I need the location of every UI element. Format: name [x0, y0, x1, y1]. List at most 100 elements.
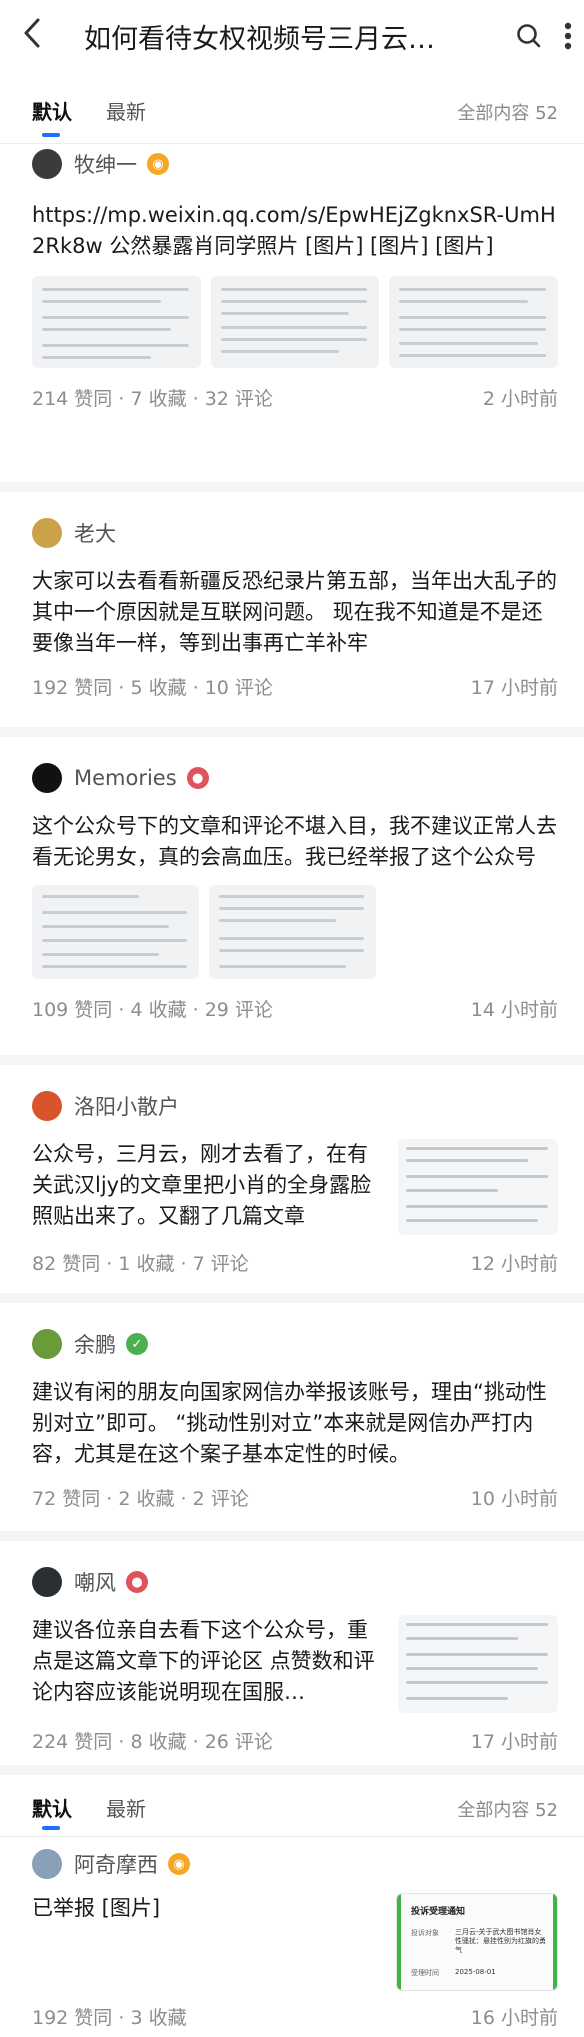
- post-time: 12 小时前: [470, 1253, 558, 1275]
- author-row[interactable]: 阿奇摩西 ◉: [32, 1841, 558, 1887]
- likes-count: 224 赞同: [32, 1731, 113, 1753]
- divider: [0, 1765, 584, 1775]
- thumbnail-image[interactable]: 投诉受理通知 投诉对象 三月云-关于武大图书馆肖女性骚扰：悬挂性别为红旗的勇气 …: [396, 1893, 558, 1991]
- author-row[interactable]: 余鹏 ✓: [32, 1321, 558, 1367]
- collects-count: 4 收藏: [130, 999, 187, 1021]
- answer-text[interactable]: 建议各位亲自去看下这个公众号，重点是这篇文章下的评论区 点赞数和评论内容应该能说…: [32, 1615, 378, 1713]
- author-name[interactable]: 洛阳小散户: [74, 1091, 179, 1121]
- tab-default[interactable]: 默认: [32, 96, 72, 143]
- author-name[interactable]: 牧绅一: [74, 149, 137, 179]
- answer-item[interactable]: Memories ● 这个公众号下的文章和评论不堪入目，我不建议正常人去看无论男…: [0, 737, 584, 1055]
- image-row2-label: 受理时间: [411, 1969, 439, 1977]
- answer-text[interactable]: 已举报 [图片]: [32, 1893, 376, 1991]
- author-name[interactable]: 余鹏: [74, 1329, 116, 1359]
- answer-text[interactable]: 建议有闲的朋友向国家网信办举报该账号，理由“挑动性别对立”即可。 “挑动性别对立…: [32, 1377, 558, 1470]
- likes-count: 82 赞同: [32, 1253, 101, 1275]
- answer-meta: 192 赞同 · 5 收藏 · 10 评论 17 小时前: [32, 673, 558, 700]
- avatar[interactable]: [32, 149, 62, 179]
- total-count-label[interactable]: 全部内容 52: [457, 1796, 558, 1836]
- likes-count: 192 赞同: [32, 2007, 113, 2029]
- thumbnail-image[interactable]: [210, 276, 380, 368]
- answer-meta: 214 赞同 · 7 收藏 · 32 评论 2 小时前: [32, 384, 558, 411]
- image-thumbnails[interactable]: [32, 885, 376, 979]
- answer-text[interactable]: 大家可以去看看新疆反恐纪录片第五部，当年出大乱子的其中一个原因就是互联网问题。 …: [32, 566, 558, 659]
- thumbnail-image[interactable]: [32, 276, 201, 368]
- answer-meta: 72 赞同 · 2 收藏 · 2 评论 10 小时前: [32, 1484, 558, 1511]
- badge-icon: ◉: [147, 153, 169, 175]
- back-chevron-icon[interactable]: [22, 17, 56, 55]
- divider: [0, 1055, 584, 1065]
- collects-count: 2 收藏: [118, 1488, 175, 1510]
- avatar[interactable]: [32, 763, 62, 793]
- tab-default[interactable]: 默认: [32, 1793, 72, 1836]
- comments-count: 26 评论: [204, 1731, 273, 1753]
- avatar[interactable]: [32, 1567, 62, 1597]
- likes-count: 109 赞同: [32, 999, 113, 1021]
- answer-meta: 82 赞同 · 1 收藏 · 7 评论 12 小时前: [32, 1249, 558, 1276]
- search-icon[interactable]: [516, 23, 542, 49]
- avatar[interactable]: [32, 1091, 62, 1121]
- author-row[interactable]: 嘲风 ●: [32, 1559, 558, 1605]
- answer-meta: 224 赞同 · 8 收藏 · 26 评论 17 小时前: [32, 1727, 558, 1754]
- image-row1-value: 三月云-关于武大图书馆肖女性骚扰：悬挂性别为红旗的勇气: [455, 1928, 546, 1954]
- answer-item[interactable]: 老大 大家可以去看看新疆反恐纪录片第五部，当年出大乱子的其中一个原因就是互联网问…: [0, 492, 584, 727]
- comments-count: 7 评论: [192, 1253, 249, 1275]
- post-time: 17 小时前: [470, 677, 558, 699]
- post-time: 10 小时前: [470, 1488, 558, 1510]
- likes-count: 72 赞同: [32, 1488, 101, 1510]
- collects-count: 1 收藏: [118, 1253, 175, 1275]
- post-time: 17 小时前: [470, 1731, 558, 1753]
- post-time: 16 小时前: [470, 2007, 558, 2029]
- thumbnail-image[interactable]: [389, 276, 559, 368]
- answer-item[interactable]: 阿奇摩西 ◉ 已举报 [图片] 投诉受理通知 投诉对象 三月云-关于武大图书馆肖…: [0, 1837, 584, 2037]
- author-row[interactable]: 牧绅一 ◉: [32, 144, 558, 184]
- collects-count: 8 收藏: [130, 1731, 187, 1753]
- answer-text[interactable]: 公众号，三月云，刚才去看了，在有关武汉ljy的文章里把小肖的全身露脸照贴出来了。…: [32, 1139, 378, 1235]
- badge-icon: ✓: [126, 1333, 148, 1355]
- comments-count: 29 评论: [204, 999, 273, 1021]
- collects-count: 7 收藏: [130, 388, 187, 410]
- image-thumbnails[interactable]: [32, 276, 559, 368]
- badge-icon: ●: [186, 767, 209, 789]
- avatar[interactable]: [32, 1329, 62, 1359]
- avatar[interactable]: [32, 518, 62, 548]
- avatar[interactable]: [32, 1849, 62, 1879]
- divider: [0, 482, 584, 492]
- badge-icon: ●: [126, 1571, 148, 1593]
- collects-count: 5 收藏: [130, 677, 187, 699]
- thumbnail-image[interactable]: [209, 885, 376, 979]
- thumbnail-image[interactable]: [398, 1139, 558, 1235]
- collects-count: 3 收藏: [130, 2007, 187, 2029]
- total-count-label[interactable]: 全部内容 52: [457, 99, 558, 143]
- answer-item[interactable]: 洛阳小散户 公众号，三月云，刚才去看了，在有关武汉ljy的文章里把小肖的全身露脸…: [0, 1065, 584, 1293]
- page-title: 如何看待女权视频号三月云…: [84, 23, 435, 55]
- tab-latest[interactable]: 最新: [106, 96, 146, 143]
- answer-text[interactable]: https://mp.weixin.qq.com/s/EpwHEjZgknxSR…: [32, 200, 558, 262]
- post-time: 14 小时前: [470, 999, 558, 1021]
- thumbnail-image[interactable]: [398, 1615, 558, 1713]
- divider: [0, 727, 584, 737]
- answer-item[interactable]: 余鹏 ✓ 建议有闲的朋友向国家网信办举报该账号，理由“挑动性别对立”即可。 “挑…: [0, 1303, 584, 1531]
- answer-item[interactable]: 嘲风 ● 建议各位亲自去看下这个公众号，重点是这篇文章下的评论区 点赞数和评论内…: [0, 1541, 584, 1765]
- badge-icon: ◉: [168, 1853, 190, 1875]
- author-row[interactable]: 洛阳小散户: [32, 1083, 558, 1129]
- likes-count: 214 赞同: [32, 388, 113, 410]
- author-name[interactable]: 嘲风: [74, 1567, 116, 1597]
- author-name[interactable]: 老大: [74, 518, 116, 548]
- author-row[interactable]: 老大: [32, 510, 558, 556]
- image-row1-label: 投诉对象: [411, 1929, 439, 1937]
- author-row[interactable]: Memories ●: [32, 755, 558, 801]
- post-time: 2 小时前: [482, 388, 558, 410]
- likes-count: 192 赞同: [32, 677, 113, 699]
- answer-item[interactable]: 牧绅一 ◉ https://mp.weixin.qq.com/s/EpwHEjZ…: [0, 144, 584, 482]
- more-vertical-icon[interactable]: [564, 22, 572, 50]
- author-name[interactable]: Memories: [74, 766, 177, 790]
- divider: [0, 1531, 584, 1541]
- tab-latest[interactable]: 最新: [106, 1793, 146, 1836]
- answer-meta: 109 赞同 · 4 收藏 · 29 评论 14 小时前: [32, 995, 558, 1022]
- thumbnail-image[interactable]: [32, 885, 199, 979]
- answer-text[interactable]: 这个公众号下的文章和评论不堪入目，我不建议正常人去看无论男女，真的会高血压。我已…: [32, 811, 558, 873]
- divider: [0, 1293, 584, 1303]
- author-name[interactable]: 阿奇摩西: [74, 1849, 158, 1879]
- answer-meta: 192 赞同 · 3 收藏 16 小时前: [32, 2003, 558, 2030]
